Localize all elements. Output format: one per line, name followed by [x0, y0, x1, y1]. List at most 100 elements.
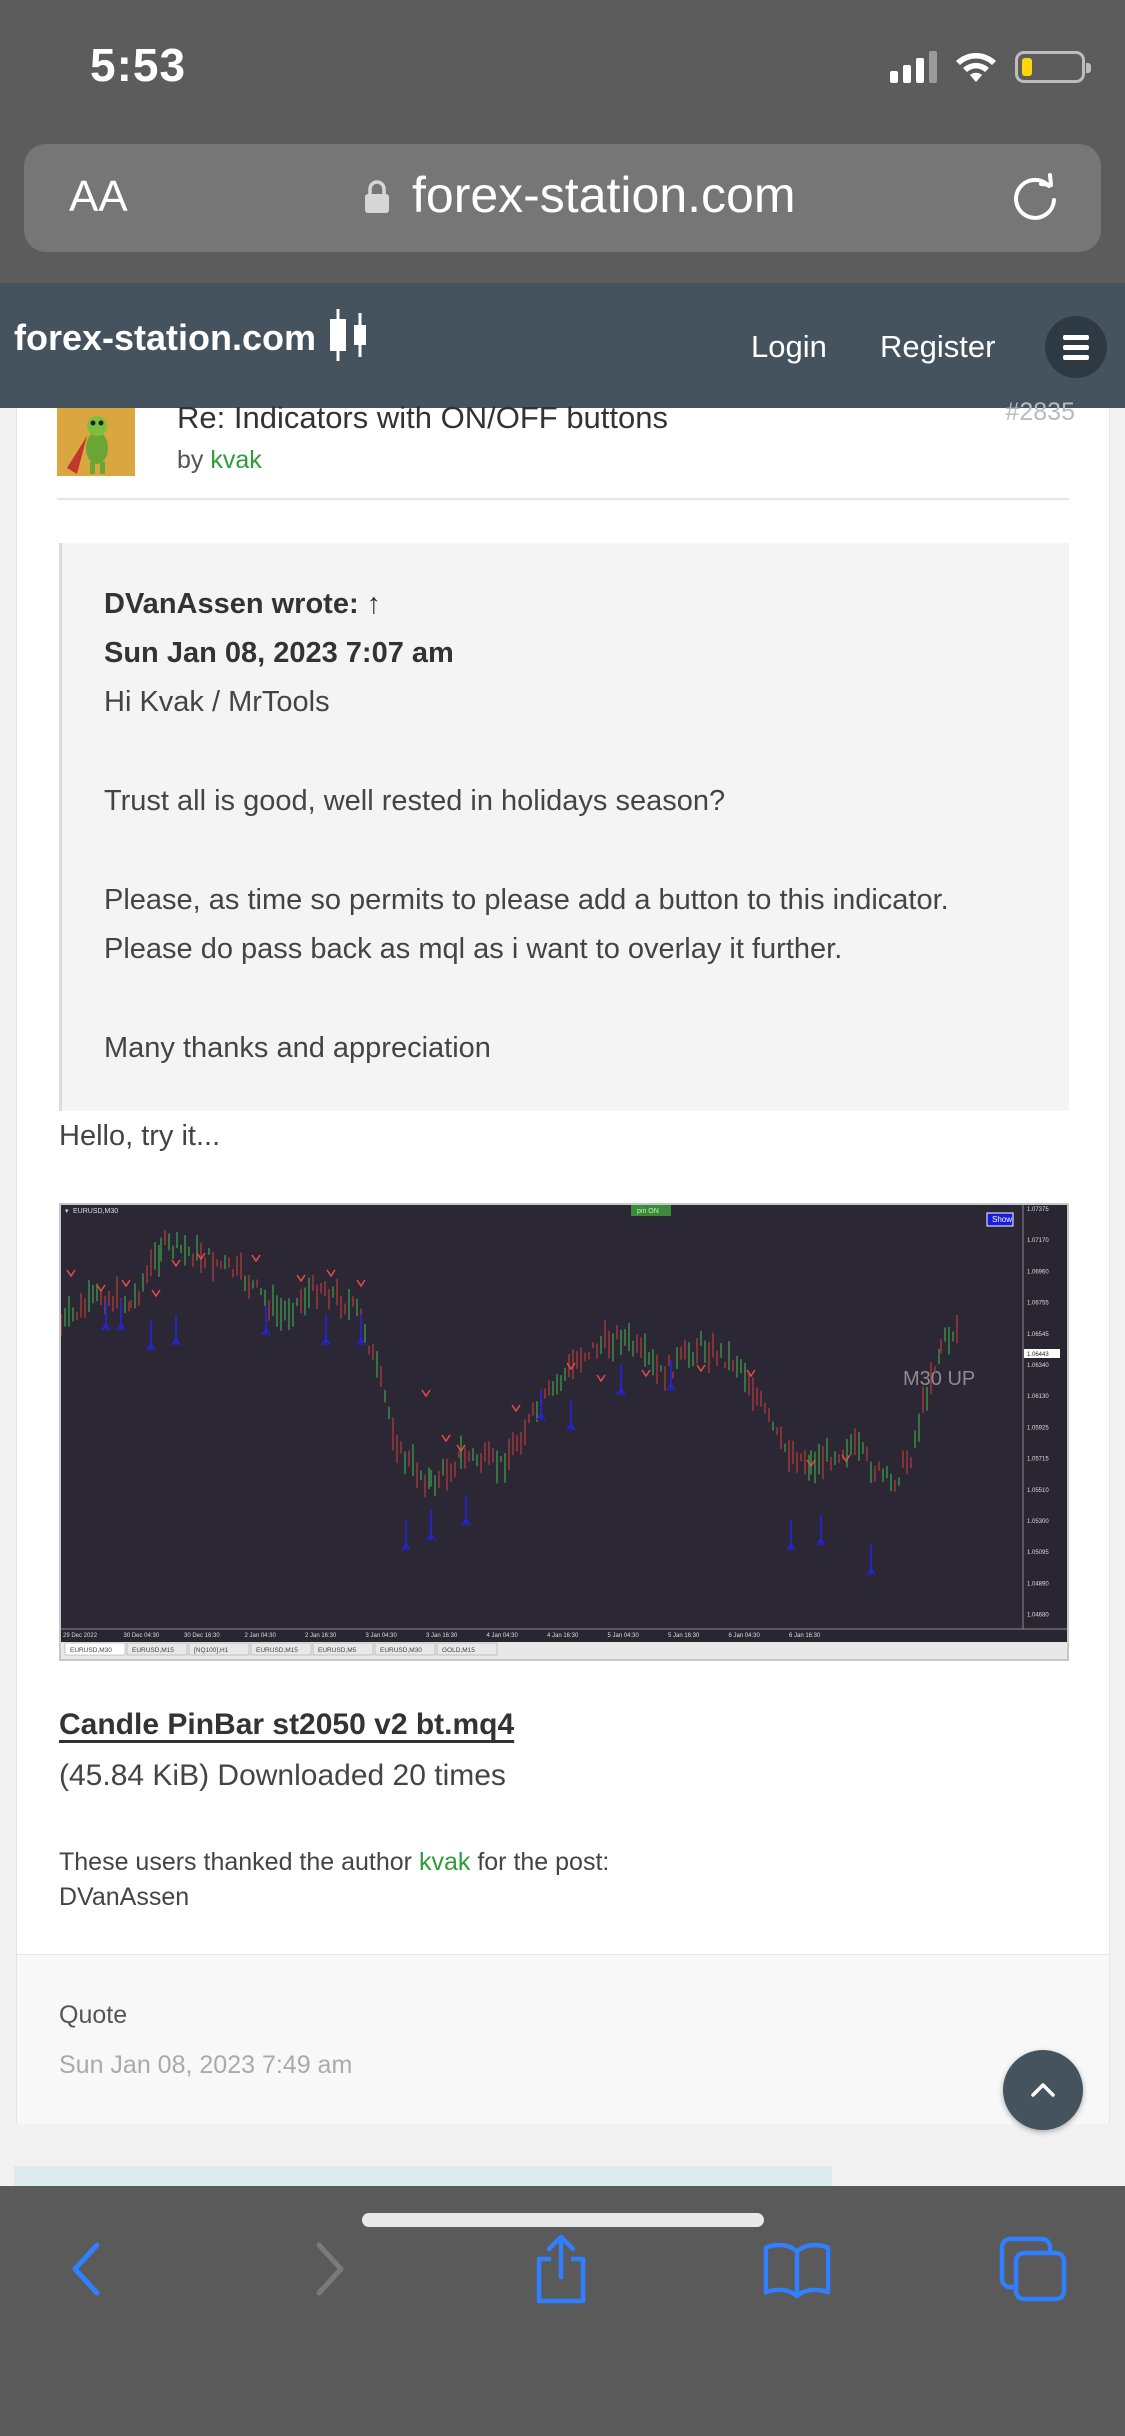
divider — [57, 498, 1069, 500]
post-author-link[interactable]: kvak — [210, 446, 261, 474]
candlestick-logo-icon — [330, 309, 366, 361]
price-label: 1.07375 — [1027, 1207, 1049, 1213]
battery-icon — [1015, 51, 1091, 83]
avatar[interactable] — [57, 408, 135, 476]
time-label: 5 Jan 04:30 — [608, 1633, 640, 1639]
signal-icon — [890, 51, 937, 83]
share-icon — [536, 2234, 586, 2304]
thanks-user-link[interactable]: DVanAssen — [59, 1883, 189, 1912]
price-label: 1.06755 — [1027, 1301, 1049, 1307]
chart-symbol-label: EURUSD,M30 — [73, 1208, 118, 1215]
time-label: 6 Jan 04:30 — [729, 1633, 761, 1639]
time-label: 3 Jan 04:30 — [366, 1633, 398, 1639]
status-icons — [890, 50, 1091, 84]
time-label: 2 Jan 04:30 — [245, 1633, 277, 1639]
chart-tab-label: GOLD,M15 — [442, 1647, 475, 1654]
price-label: 1.06545 — [1027, 1332, 1049, 1338]
frog-avatar-icon — [57, 408, 135, 476]
login-link[interactable]: Login — [751, 329, 827, 365]
status-time: 5:53 — [90, 39, 187, 91]
quote-button[interactable]: Quote — [59, 2001, 127, 2030]
scroll-to-top-button[interactable] — [1003, 2050, 1083, 2130]
ad-banner[interactable] — [14, 2166, 832, 2186]
register-link[interactable]: Register — [880, 329, 995, 365]
chart-image-svg: ▾ EURUSD,M30 pin ON Show M30 UP 1.07375 1… — [60, 1205, 1067, 1659]
forward-button[interactable] — [294, 2234, 364, 2304]
post-title[interactable]: Re: Indicators with ON/OFF buttons — [177, 400, 668, 436]
chart-tabs: EURUSD,M30 EURUSD,M15 [NQ100],H1 EURUSD,M15… — [61, 1642, 1067, 1659]
home-indicator — [362, 2213, 764, 2227]
tabs-button[interactable] — [998, 2234, 1068, 2304]
quote-line: Many thanks and appreciation — [104, 1032, 491, 1064]
price-label: 1.06130 — [1027, 1394, 1049, 1400]
post-card: Re: Indicators with ON/OFF buttons by kv… — [16, 398, 1110, 2124]
quote-line: Trust all is good, well rested in holida… — [104, 785, 726, 817]
chart-tab-label: EURUSD,M30 — [380, 1647, 422, 1654]
price-label: 1.05300 — [1027, 1519, 1049, 1525]
price-label: 1.05095 — [1027, 1550, 1049, 1556]
book-icon — [763, 2242, 831, 2299]
time-label: 3 Jan 16:30 — [426, 1633, 458, 1639]
site-header: forex-station.com Login Register — [0, 283, 1125, 408]
time-label: 29 Dec 2022 — [63, 1633, 98, 1639]
thanks-author-link[interactable]: kvak — [419, 1848, 470, 1876]
reader-mode-label: AA — [69, 172, 128, 221]
chart-tab-label: EURUSD,M15 — [256, 1647, 298, 1654]
time-label: 30 Dec 04:30 — [124, 1633, 160, 1639]
menu-button[interactable] — [1045, 316, 1107, 378]
time-label: 5 Jan 16:30 — [668, 1633, 700, 1639]
reader-mode-button[interactable]: AA — [69, 172, 128, 222]
pin-toggle-label: pin ON — [637, 1208, 659, 1215]
attachment-link[interactable]: Candle PinBar st2050 v2 bt.mq4 — [59, 1708, 514, 1742]
chart-tab-label: EURUSD,M5 — [318, 1647, 357, 1654]
chevron-right-icon — [316, 2242, 344, 2296]
back-button[interactable] — [52, 2234, 122, 2304]
hamburger-icon — [1063, 334, 1089, 340]
quote-date: Sun Jan 08, 2023 7:07 am — [104, 637, 454, 669]
time-label: 6 Jan 16:30 — [789, 1633, 821, 1639]
price-label: 1.05715 — [1027, 1457, 1049, 1463]
chevron-left-icon — [72, 2242, 100, 2296]
chart-screenshot-image[interactable]: ▾ EURUSD,M30 pin ON Show M30 UP 1.07375 1… — [59, 1203, 1069, 1661]
current-price-label: 1.06443 — [1027, 1352, 1049, 1358]
time-label: 4 Jan 04:30 — [487, 1633, 519, 1639]
chart-tab-label: EURUSD,M30 — [70, 1647, 112, 1654]
post-footer: Quote Sun Jan 08, 2023 7:49 am — [17, 1954, 1109, 2124]
address-bar[interactable]: AA forex-station.com — [24, 144, 1101, 252]
reload-icon[interactable] — [1009, 172, 1061, 224]
thanks-suffix: for the post: — [477, 1848, 610, 1876]
site-logo[interactable]: forex-station.com — [14, 317, 316, 359]
quote-line: Hi Kvak / MrTools — [104, 686, 330, 718]
price-label: 1.05510 — [1027, 1488, 1049, 1494]
browser-top-bar: 5:53 AA forex-station.com — [0, 0, 1125, 283]
quote-block: DVanAssen wrote: ↑ Sun Jan 08, 2023 7:07… — [59, 543, 1069, 1111]
byline-prefix: by — [177, 446, 204, 474]
url-text[interactable]: forex-station.com — [412, 166, 795, 224]
svg-text:▾: ▾ — [65, 1208, 69, 1215]
share-button[interactable] — [526, 2234, 596, 2304]
price-label: 1.04680 — [1027, 1613, 1049, 1619]
footer-date: Sun Jan 08, 2023 7:49 am — [59, 2051, 353, 2079]
wifi-icon — [956, 53, 996, 82]
reply-text: Hello, try it... — [59, 1120, 221, 1152]
time-label: 2 Jan 16:30 — [305, 1633, 337, 1639]
price-label: 1.06340 — [1027, 1363, 1049, 1369]
bookmarks-button[interactable] — [762, 2234, 832, 2304]
lock-icon — [365, 180, 389, 213]
price-label: 1.05925 — [1027, 1425, 1049, 1431]
thanks-line: These users thanked the author kvak for … — [59, 1848, 609, 1877]
post-byline: by kvak — [177, 446, 262, 475]
price-label: 1.07170 — [1027, 1238, 1049, 1244]
post-number[interactable]: #2835 — [1005, 398, 1075, 427]
quote-line: Please do pass back as mql as i want to … — [104, 933, 843, 965]
quote-author[interactable]: DVanAssen wrote: ↑ — [104, 588, 381, 621]
attachment-info: (45.84 KiB) Downloaded 20 times — [59, 1759, 506, 1792]
thanks-prefix: These users thanked the author — [59, 1848, 413, 1876]
chart-overlay-text: M30 UP — [903, 1368, 975, 1390]
tabs-icon — [999, 2236, 1067, 2302]
chart-tab-label: [NQ100],H1 — [194, 1647, 229, 1654]
chart-show-button: Show — [992, 1215, 1012, 1224]
price-label: 1.04890 — [1027, 1581, 1049, 1587]
quote-line: Please, as time so permits to please add… — [104, 884, 949, 916]
time-label: 30 Dec 16:30 — [184, 1633, 220, 1639]
